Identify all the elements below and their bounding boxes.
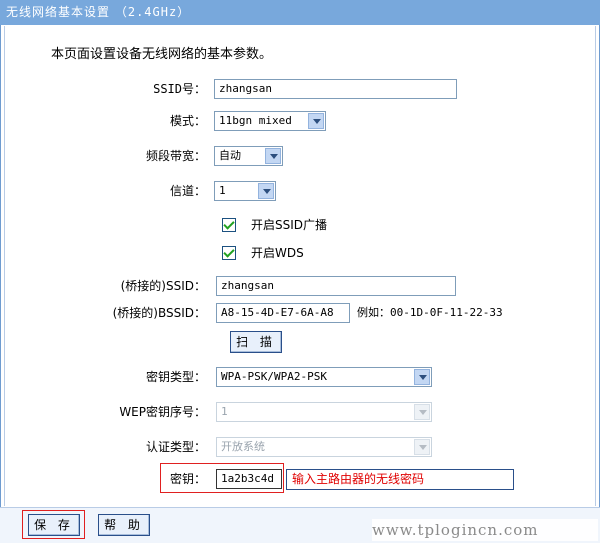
mode-label: 模式： [169, 114, 206, 128]
chevron-down-icon [414, 404, 430, 420]
ssid-broadcast-label: 开启SSID广播 [251, 218, 328, 232]
channel-value: 1 [219, 184, 226, 197]
save-button[interactable]: 保 存 [28, 514, 80, 536]
ssid-input[interactable]: zhangsan [214, 79, 457, 99]
channel-select[interactable]: 1 [214, 181, 276, 201]
chevron-down-icon[interactable] [258, 183, 274, 199]
bridged-ssid-label: (桥接的)SSID： [120, 279, 206, 293]
bandwidth-select[interactable]: 自动 [214, 146, 283, 166]
mode-value: 11bgn mixed [219, 114, 292, 127]
bandwidth-label: 频段带宽： [145, 149, 206, 163]
wds-label: 开启WDS [251, 246, 304, 260]
channel-label: 信道： [169, 184, 206, 198]
mode-select[interactable]: 11bgn mixed [214, 111, 326, 131]
wds-checkbox[interactable] [222, 246, 236, 260]
panel-title-band: （2.4GHz） [114, 5, 191, 19]
auth-type-select: 开放系统 [216, 437, 432, 457]
wep-index-label: WEP密钥序号： [119, 405, 206, 419]
ssid-label: SSID号： [153, 82, 206, 96]
key-type-value: WPA-PSK/WPA2-PSK [221, 370, 327, 383]
panel-title: 无线网络基本设置 （2.4GHz） [0, 0, 600, 25]
chevron-down-icon[interactable] [308, 113, 324, 129]
bandwidth-value: 自动 [219, 149, 241, 162]
key-hint-text: 输入主路由器的无线密码 [292, 472, 425, 486]
intro-text: 本页面设置设备无线网络的基本参数。 [51, 47, 273, 62]
bridged-bssid-input[interactable]: A8-15-4D-E7-6A-A8 [216, 303, 350, 323]
chevron-down-icon[interactable] [265, 148, 281, 164]
chevron-down-icon[interactable] [414, 369, 430, 385]
key-type-label: 密钥类型： [145, 370, 206, 384]
wep-index-select: 1 [216, 402, 432, 422]
key-input[interactable]: 1a2b3c4d [216, 469, 282, 489]
bridged-bssid-label: (桥接的)BSSID： [112, 306, 206, 320]
key-label: 密钥： [169, 472, 206, 486]
ssid-broadcast-checkbox[interactable] [222, 218, 236, 232]
auth-type-label: 认证类型： [145, 440, 206, 454]
wep-index-value: 1 [221, 405, 228, 418]
site-watermark: www.tplogincn.com [372, 519, 598, 541]
key-type-select[interactable]: WPA-PSK/WPA2-PSK [216, 367, 432, 387]
help-button[interactable]: 帮 助 [98, 514, 150, 536]
chevron-down-icon [414, 439, 430, 455]
bridged-ssid-input[interactable]: zhangsan [216, 276, 456, 296]
panel-title-text: 无线网络基本设置 [6, 5, 111, 19]
bssid-example-text: 例如：00-1D-0F-11-22-33 [357, 306, 503, 319]
auth-type-value: 开放系统 [221, 440, 265, 453]
scan-button[interactable]: 扫 描 [230, 331, 282, 353]
